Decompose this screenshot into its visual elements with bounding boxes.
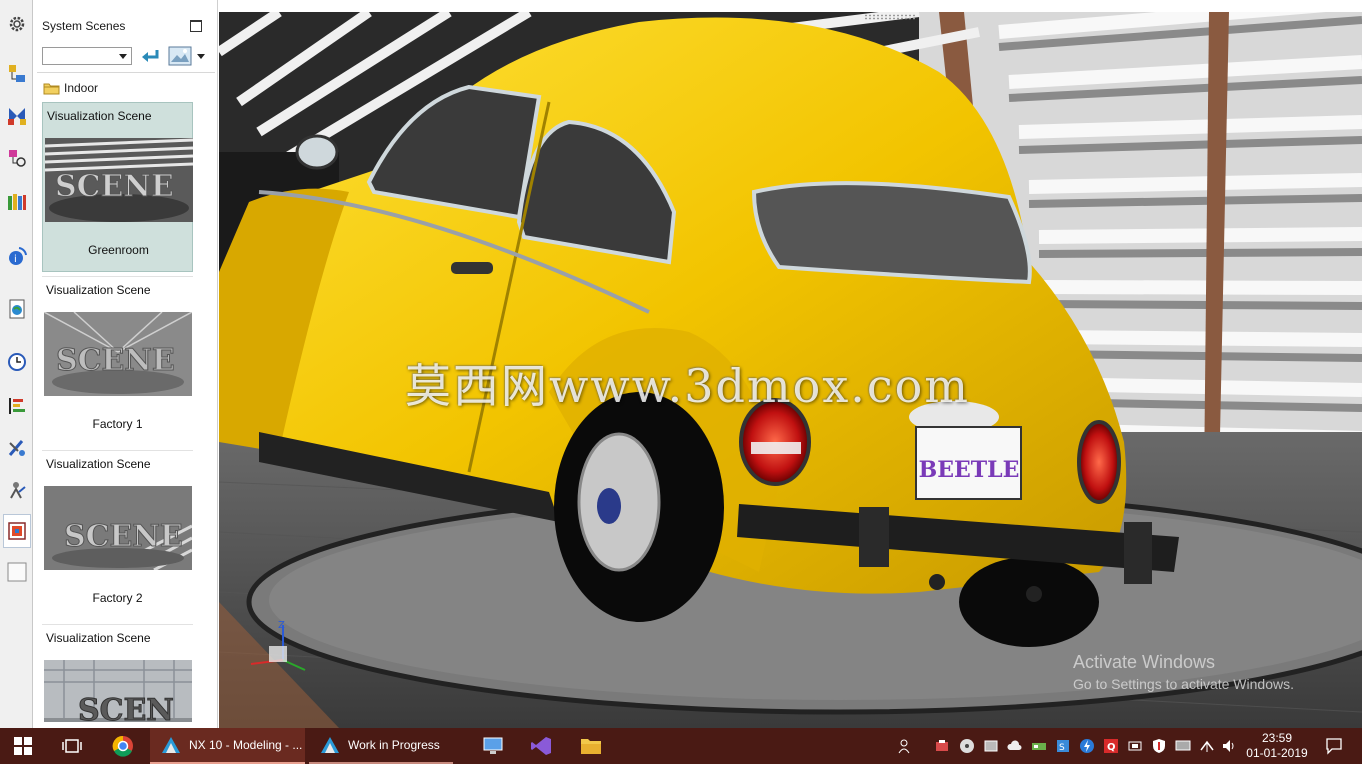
assembly-navigator-icon[interactable] [5, 62, 29, 86]
resource-bar: i [0, 0, 33, 728]
taskbar-task-work-in-progress[interactable]: Work in Progress [309, 728, 453, 764]
people-icon[interactable] [898, 738, 914, 754]
scene-thumbnail: SCENE [44, 312, 192, 396]
tray-drive-icon[interactable] [983, 738, 999, 754]
scene-card-factory-2[interactable]: Visualization Scene SCENE Factory 2 [42, 450, 193, 620]
part-navigator-icon[interactable] [5, 146, 29, 170]
scene-card-greenroom[interactable]: Visualization Scene SCENE Greenroom [42, 102, 193, 272]
scene-thumbnail: SCENE [45, 138, 193, 222]
hd3d-tools-icon[interactable]: i [5, 244, 29, 268]
empty-slot-icon[interactable] [5, 560, 29, 584]
triad-z-label: Z [278, 620, 285, 631]
chevron-down-icon [119, 54, 127, 59]
system-scenes-panel: System Scenes Indoor Visualization Scene [33, 0, 239, 728]
notification-icon[interactable] [1325, 737, 1343, 755]
system-clock[interactable]: 23:59 01-01-2019 [1244, 731, 1310, 761]
scene-thumbnail: SCENE [44, 486, 192, 570]
task-label: Work in Progress [348, 738, 440, 752]
panel-title: System Scenes [42, 19, 126, 33]
csys-triad: Z [233, 620, 313, 680]
gear-icon[interactable] [5, 12, 29, 36]
manufacturing-wizards-icon[interactable] [5, 436, 29, 460]
svg-text:SCENE: SCENE [64, 519, 183, 554]
scene-card[interactable]: Visualization Scene SCEN [42, 624, 193, 722]
activation-subtitle: Go to Settings to activate Windows. [1073, 676, 1294, 692]
tray-tool-icon[interactable]: S [1055, 738, 1071, 754]
windows-activation-notice: Activate Windows Go to Settings to activ… [1073, 652, 1294, 692]
tray-device-icon[interactable] [1127, 738, 1143, 754]
watermark-text: 莫西网www.3dmox.com [405, 359, 970, 413]
svg-text:SCEN: SCEN [78, 693, 174, 722]
maximize-panel-button[interactable] [190, 20, 202, 32]
scene-name: Factory 1 [92, 417, 143, 431]
network-icon[interactable] [1199, 738, 1215, 754]
task-view-button[interactable] [62, 728, 82, 764]
svg-text:SCENE: SCENE [56, 343, 175, 378]
folder-indoor[interactable]: Indoor [43, 79, 98, 97]
cloud-icon[interactable] [1007, 738, 1023, 754]
visual-studio-icon [531, 737, 551, 755]
window-grip[interactable] [864, 14, 916, 20]
security-shield-icon[interactable] [1151, 738, 1167, 754]
back-arrow-icon [142, 50, 159, 62]
web-browser-icon[interactable] [5, 297, 29, 321]
tray-network-drive-icon[interactable] [1031, 738, 1047, 754]
chrome-taskbar-button[interactable] [112, 728, 134, 764]
constraint-navigator-icon[interactable] [5, 104, 29, 128]
roles-icon[interactable] [5, 478, 29, 502]
reuse-library-icon[interactable] [5, 190, 29, 214]
clock-time: 23:59 [1261, 731, 1293, 745]
graphics-window[interactable]: BEETLE 莫西网www.3dmox.com Z Activate Windo… [219, 12, 1362, 728]
taskbar-task-nx[interactable]: NX 10 - Modeling - ... [150, 728, 305, 764]
scene-thumbnail: SCEN [44, 660, 192, 722]
scene-type-label: Visualization Scene [47, 109, 152, 123]
thumbnail-view-icon [168, 46, 192, 66]
system-scenes-icon[interactable] [3, 514, 31, 548]
chrome-icon [112, 735, 133, 757]
monitor-icon [483, 737, 503, 754]
start-button[interactable] [14, 728, 32, 764]
tray-app-icon[interactable] [934, 738, 950, 754]
volume-icon[interactable] [1221, 738, 1237, 754]
scene-type-label: Visualization Scene [46, 631, 151, 645]
nx-window: i System Scenes Indoor Visualization Sce… [0, 0, 1362, 764]
windows-logo-icon [14, 737, 32, 755]
task-view-icon [62, 739, 82, 753]
scene-name: Factory 2 [92, 591, 143, 605]
tray-lightning-icon[interactable] [1079, 738, 1095, 754]
clock-date: 01-01-2019 [1246, 746, 1308, 760]
tray-q-icon[interactable]: Q [1103, 738, 1119, 754]
svg-text:SCENE: SCENE [55, 169, 174, 204]
scene-type-label: Visualization Scene [46, 457, 151, 471]
task-label: NX 10 - Modeling - ... [189, 738, 303, 752]
scene-type-label: Visualization Scene [46, 283, 151, 297]
folder-icon [581, 739, 601, 754]
license-plate-text: BEETLE [919, 457, 1020, 483]
tray-display-icon[interactable] [1175, 738, 1191, 754]
process-studio-icon[interactable] [5, 394, 29, 418]
history-icon[interactable] [5, 350, 29, 374]
svg-text:Q: Q [1107, 742, 1116, 753]
file-explorer-button[interactable] [580, 728, 602, 764]
folder-icon [43, 83, 60, 95]
scene-card-factory-1[interactable]: Visualization Scene SCENE Factory 1 [42, 276, 193, 446]
view-style-dropdown-icon[interactable] [197, 54, 205, 59]
activation-title: Activate Windows [1073, 652, 1216, 672]
scene-name: Greenroom [88, 243, 149, 257]
divider [37, 72, 215, 73]
svg-text:S: S [1059, 743, 1065, 753]
scene-list: Visualization Scene SCENE Greenroom Visu… [41, 100, 193, 722]
taskbar: NX 10 - Modeling - ... Work in Progress … [0, 728, 1362, 764]
view-style-button[interactable] [168, 46, 192, 66]
folder-label: Indoor [64, 81, 99, 95]
nx-app-icon [321, 737, 339, 753]
back-button[interactable] [139, 46, 161, 66]
pinned-app-button[interactable] [482, 728, 504, 764]
svg-text:i: i [14, 254, 17, 265]
scene-filter-dropdown[interactable] [42, 47, 132, 65]
nx-app-icon [162, 737, 180, 753]
visual-studio-button[interactable] [530, 728, 552, 764]
tray-disc-icon[interactable] [959, 738, 975, 754]
